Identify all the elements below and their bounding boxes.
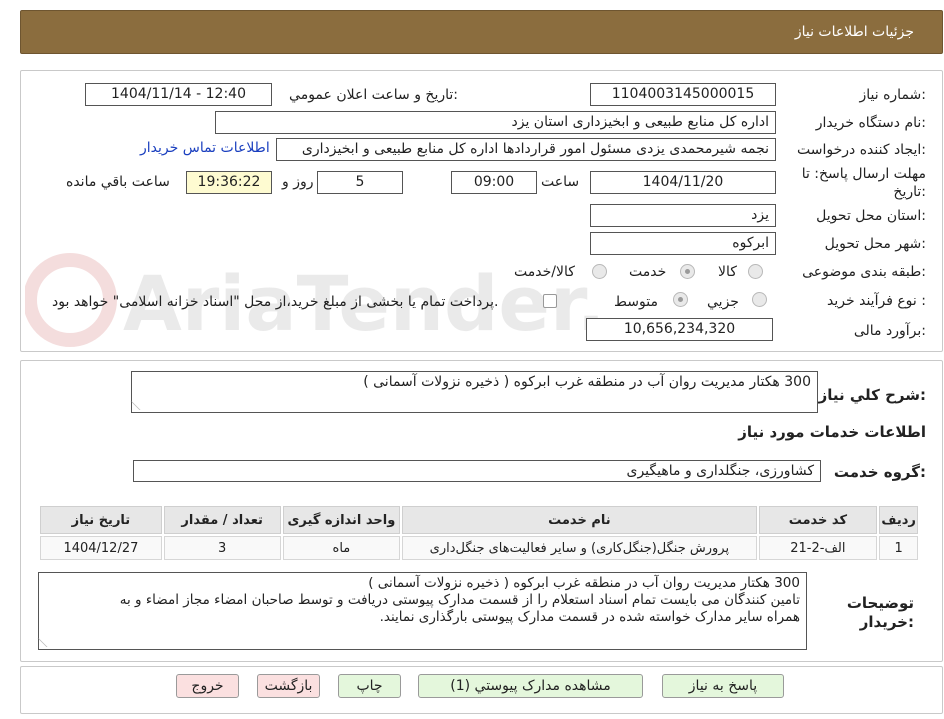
process-medium-label: متوسط xyxy=(614,294,658,310)
treasury-checkbox[interactable] xyxy=(543,294,557,308)
table-cell: 3 xyxy=(163,536,281,560)
treasury-note: پرداخت تمام یا بخشی از مبلغ خرید،از محل … xyxy=(52,294,499,310)
table-cell: پرورش جنگل(جنگل‌کاری) و سایر فعالیت‌های … xyxy=(402,536,757,560)
category-service-label: خدمت xyxy=(629,264,667,280)
description-text: 300 هکتار مدیریت روان آب در منطقه غرب اب… xyxy=(363,374,811,390)
view-attachments-button[interactable]: مشاهده مدارک پیوستي (1) xyxy=(418,674,643,698)
process-minor-label: جزیي xyxy=(707,294,739,310)
days-field: 5 xyxy=(317,171,403,194)
category-goods-service-label: کالا/خدمت xyxy=(514,264,575,280)
table-cell: الف-2-21 xyxy=(758,536,878,560)
deadline-time-label: ساعت xyxy=(541,174,580,190)
process-label: نوع فرآیند خرید : xyxy=(827,293,926,309)
table-row: 1 الف-2-21 پرورش جنگل(جنگل‌کاری) و سایر … xyxy=(40,536,918,560)
table-cell: 1 xyxy=(879,536,918,560)
reply-button[interactable]: پاسخ به نیاز xyxy=(662,674,784,698)
column-header: واحد اندازه گیری xyxy=(282,506,401,534)
table-cell: 1404/12/27 xyxy=(40,536,162,560)
budget-label: برآورد مالی: xyxy=(853,323,926,339)
services-heading: اطلاعات خدمات مورد نیاز xyxy=(738,423,926,441)
buyer-org-label: نام دستگاه خريدار: xyxy=(815,115,926,131)
category-goods-label: کالا xyxy=(718,264,737,280)
category-label: طبقه بندی موضوعی: xyxy=(802,264,926,280)
need-number-label: شماره نیاز: xyxy=(859,87,926,103)
print-button[interactable]: چاپ xyxy=(338,674,401,698)
announce-datetime-label: تاریخ و ساعت اعلان عمومي: xyxy=(289,87,458,103)
column-header: نام خدمت xyxy=(402,506,757,534)
notes-line: همراه سایر مدارک خواسته شده در قسمت مدار… xyxy=(379,609,800,625)
page-title: جزئیات اطلاعات نیاز xyxy=(794,24,914,40)
announce-datetime-field: 1404/11/14 - 12:40 xyxy=(85,83,272,106)
budget-field: 10,656,234,320 xyxy=(586,318,773,341)
description-textarea: 300 هکتار مدیریت روان آب در منطقه غرب اب… xyxy=(130,371,818,413)
buyer-org-field: اداره کل منابع طبیعی و ابخیزداری استان ی… xyxy=(215,111,776,134)
city-label: شهر محل تحویل: xyxy=(824,236,926,252)
province-label: استان محل تحویل: xyxy=(816,208,926,224)
services-table: ردیف کد خدمت نام خدمت واحد اندازه گیری ت… xyxy=(38,504,920,562)
page-header: جزئیات اطلاعات نیاز xyxy=(20,10,943,54)
notes-line: تامین کنندگان می بایست تمام اسناد استعلا… xyxy=(119,592,800,608)
column-header: کد خدمت xyxy=(758,506,878,534)
buyer-notes-label: توضیحات خریدار: xyxy=(846,594,914,631)
description-label: شرح کلي نیاز: xyxy=(818,386,926,404)
exit-button[interactable]: خروج xyxy=(176,674,239,698)
column-header: ردیف xyxy=(879,506,918,534)
resize-grip-icon[interactable] xyxy=(37,638,56,647)
back-button[interactable]: بازگشت xyxy=(257,674,320,698)
days-label: روز و xyxy=(282,174,314,190)
notes-line: 300 هکتار مدیریت روان آب در منطقه غرب اب… xyxy=(368,575,800,591)
resize-grip-icon[interactable] xyxy=(130,401,149,410)
requester-field: نجمه شیرمحمدی یزدی مسئول امور قراردادها … xyxy=(276,138,776,161)
need-number-field: 1104003145000015 xyxy=(590,83,776,106)
service-group-field: کشاورزی، جنگلداری و ماهیگیری xyxy=(133,460,821,482)
category-goods-service-radio[interactable] xyxy=(592,264,607,279)
table-header-row: ردیف کد خدمت نام خدمت واحد اندازه گیری ت… xyxy=(40,506,918,534)
process-medium-radio[interactable] xyxy=(673,292,688,307)
remaining-time-field: 19:36:22 xyxy=(186,171,272,194)
category-goods-radio[interactable] xyxy=(748,264,763,279)
deadline-time-field: 09:00 xyxy=(451,171,537,194)
contact-info-link[interactable]: اطلاعات تماس خریدار xyxy=(140,140,270,156)
deadline-date-field: 1404/11/20 xyxy=(590,171,776,194)
requester-label: ایجاد کننده درخواست: xyxy=(797,142,926,158)
service-group-label: گروه خدمت: xyxy=(833,463,926,481)
column-header: تعداد / مقدار xyxy=(163,506,281,534)
category-service-radio[interactable] xyxy=(680,264,695,279)
city-field: ابرکوه xyxy=(590,232,776,255)
deadline-label: مهلت ارسال پاسخ: تا تاریخ: xyxy=(801,166,926,200)
province-field: یزد xyxy=(590,204,776,227)
table-cell: ماه xyxy=(282,536,401,560)
process-minor-radio[interactable] xyxy=(752,292,767,307)
remaining-label: ساعت باقي مانده xyxy=(66,174,170,190)
buyer-notes-textarea: 300 هکتار مدیریت روان آب در منطقه غرب اب… xyxy=(37,572,807,650)
column-header: تاریخ نیاز xyxy=(40,506,162,534)
